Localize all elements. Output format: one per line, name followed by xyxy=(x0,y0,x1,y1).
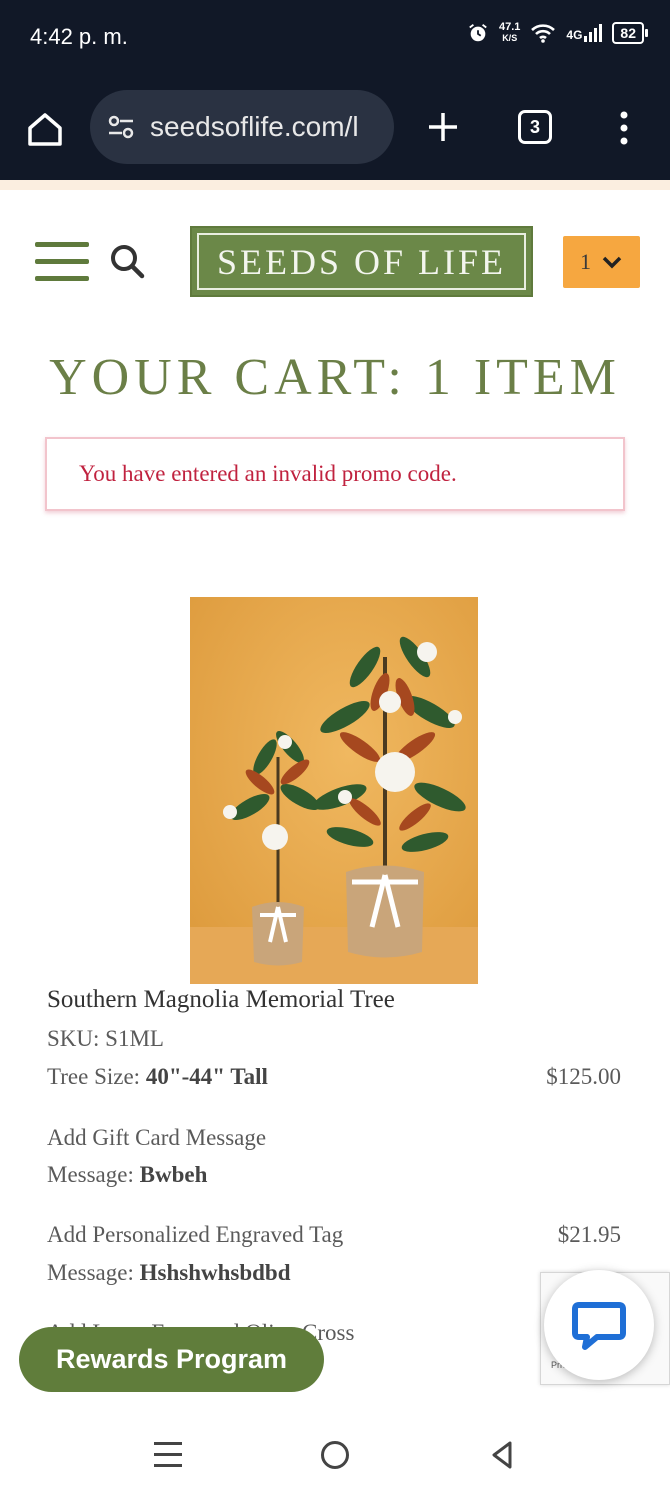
cart-quantity-button[interactable]: 1 xyxy=(563,236,640,288)
net-speed: 47.1 K/S xyxy=(499,22,520,44)
status-bar: 4:42 p. m. 47.1 K/S 4G 82 xyxy=(0,0,670,78)
size-label: Tree Size: xyxy=(47,1064,146,1089)
engraved-message-label: Message: xyxy=(47,1260,140,1285)
engraved-message-value: Hshshwhsbdbd xyxy=(139,1260,291,1285)
network-type: 4G xyxy=(566,28,583,42)
net-speed-unit: K/S xyxy=(502,33,518,43)
product-size: Tree Size: 40"-44" Tall xyxy=(47,1064,268,1090)
product-sku: SKU: S1ML xyxy=(47,1026,164,1052)
alarm-icon xyxy=(469,24,487,42)
engraved-tag-option-label: Add Personalized Engraved Tag xyxy=(47,1222,344,1247)
menu-icon[interactable] xyxy=(35,242,89,282)
recent-apps-icon[interactable] xyxy=(154,1442,182,1470)
search-icon[interactable] xyxy=(108,242,146,280)
status-time: 4:42 p. m. xyxy=(30,24,128,49)
product-name[interactable]: Southern Magnolia Memorial Tree xyxy=(47,986,395,1014)
plus-icon[interactable] xyxy=(424,108,462,146)
site-header: SEEDS OF LIFE 1 xyxy=(0,190,670,330)
signal-bars-icon xyxy=(584,24,603,42)
rewards-program-button[interactable]: Rewards Program xyxy=(19,1327,324,1392)
home-icon[interactable] xyxy=(24,108,66,150)
more-vert-icon[interactable] xyxy=(614,108,634,148)
gift-card-option-label: Add Gift Card Message xyxy=(47,1125,267,1150)
battery-icon: 82 xyxy=(612,22,648,44)
promo-strip xyxy=(0,180,670,190)
logo-text: SEEDS OF LIFE xyxy=(216,241,507,282)
system-nav-bar xyxy=(0,1410,670,1500)
product-price: $125.00 xyxy=(546,1064,621,1089)
chevron-down-icon xyxy=(602,256,622,269)
sku-label: SKU: xyxy=(47,1026,106,1051)
magnolia-tree-illustration xyxy=(190,597,478,984)
engraved-tag-price: $21.95 xyxy=(557,1222,621,1247)
tune-icon[interactable] xyxy=(106,112,136,142)
gift-message-label: Message: xyxy=(47,1162,140,1187)
status-icons: 47.1 K/S 4G 82 xyxy=(467,22,648,44)
engraved-tag-message: Message: Hshshwhsbdbd xyxy=(47,1260,291,1286)
url-text: seedsoflife.com/l xyxy=(150,111,359,142)
size-value: 40"-44" Tall xyxy=(145,1064,268,1089)
promo-error-alert: You have entered an invalid promo code. xyxy=(45,437,625,511)
home-circle-icon[interactable] xyxy=(321,1441,349,1469)
wifi-icon xyxy=(531,24,556,43)
sku-value: S1ML xyxy=(105,1026,164,1051)
chat-icon xyxy=(572,1302,626,1350)
tabs-icon[interactable]: 3 xyxy=(518,110,552,144)
gift-message-value: Bwbeh xyxy=(139,1162,208,1187)
page-title: YOUR CART: 1 ITEM xyxy=(49,349,621,406)
product-image[interactable] xyxy=(190,597,478,984)
back-icon[interactable] xyxy=(490,1440,514,1470)
cart-count: 1 xyxy=(580,249,591,274)
net-speed-value: 47.1 xyxy=(498,21,521,33)
address-bar[interactable]: seedsoflife.com/l xyxy=(90,90,394,164)
site-logo[interactable]: SEEDS OF LIFE xyxy=(190,226,533,297)
chat-button[interactable] xyxy=(544,1270,654,1380)
cell-signal: 4G xyxy=(566,24,603,42)
gift-card-message: Message: Bwbeh xyxy=(47,1162,207,1188)
browser-toolbar: seedsoflife.com/l 3 xyxy=(0,78,670,180)
